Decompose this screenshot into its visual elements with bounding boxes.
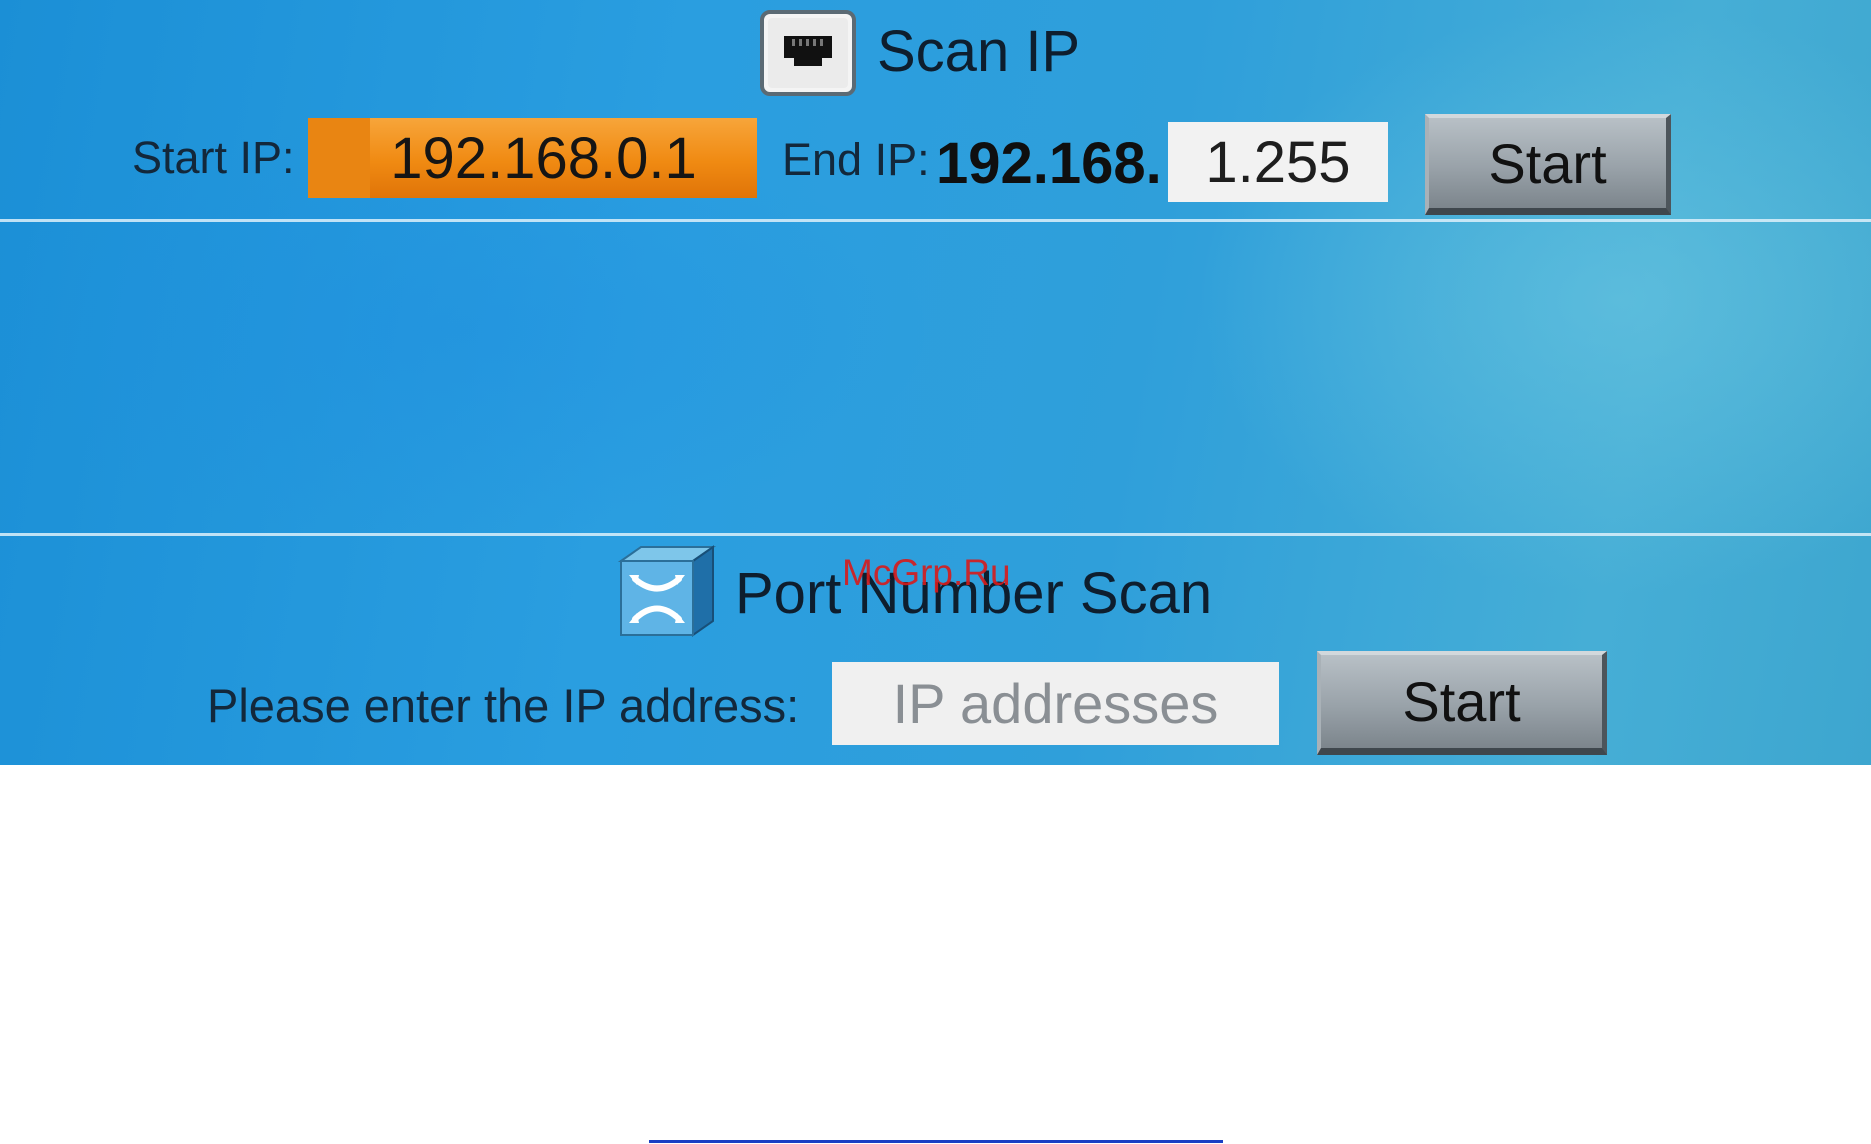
device-screen: Scan IP Start IP: 192.168.0.1 End IP: 19… bbox=[0, 0, 1871, 765]
watermark: McGrp.Ru bbox=[842, 552, 1011, 593]
network-switch-icon bbox=[613, 543, 718, 639]
ip-address-prompt-label: Please enter the IP address: bbox=[207, 679, 800, 732]
end-ip-prefix: 192.168. bbox=[936, 131, 1162, 196]
bottom-link-underline bbox=[649, 1140, 1223, 1143]
ip-address-input[interactable] bbox=[832, 662, 1279, 745]
start-ip-label: Start IP: bbox=[132, 132, 295, 183]
port-scan-start-button[interactable]: Start bbox=[1317, 651, 1607, 755]
section-divider-bottom bbox=[0, 533, 1871, 536]
scan-ip-title: Scan IP bbox=[877, 19, 1081, 84]
section-divider-top bbox=[0, 219, 1871, 222]
end-ip-input[interactable]: 1.255 bbox=[1168, 122, 1388, 202]
ethernet-port-icon bbox=[758, 10, 858, 96]
scan-ip-start-button[interactable]: Start bbox=[1425, 114, 1671, 215]
page: Scan IP Start IP: 192.168.0.1 End IP: 19… bbox=[0, 0, 1871, 1144]
start-ip-input[interactable]: 192.168.0.1 bbox=[308, 118, 757, 198]
end-ip-label: End IP: bbox=[782, 134, 930, 185]
